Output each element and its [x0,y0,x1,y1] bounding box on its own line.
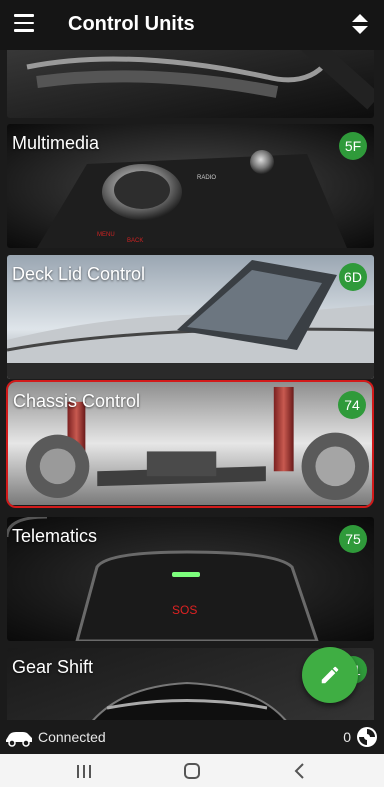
spinner-icon[interactable] [355,725,379,749]
unit-card-multimedia[interactable]: MENU BACK RADIO Multimedia 5F [7,124,374,248]
unit-label: Gear Shift [12,657,94,677]
sort-icon[interactable] [350,12,370,36]
back-icon[interactable] [288,760,312,782]
unit-code-badge: 6D [339,263,367,291]
svg-text:MENU: MENU [97,232,115,238]
hamburger-menu-icon[interactable] [14,14,36,32]
unit-card-chassis-control[interactable]: Chassis Control 74 [6,380,374,508]
svg-text:SOS: SOS [172,603,197,617]
recent-apps-icon[interactable] [72,760,96,782]
app-bar: Control Units [0,0,384,50]
svg-text:RADIO: RADIO [197,175,216,181]
unit-label: Multimedia [12,133,100,153]
unit-card-deck-lid-control[interactable]: Deck Lid Control 6D [7,255,374,379]
home-icon[interactable] [180,760,204,782]
unit-code-badge: 5F [339,132,367,160]
connection-status-text: Connected [38,729,106,745]
control-unit-list[interactable]: MENU BACK RADIO Multimedia 5F Deck Lid C… [0,50,384,720]
door-handle-image [7,50,374,118]
car-icon [6,732,32,747]
connection-status-bar: Connected 0 [0,720,384,754]
unit-card-telematics[interactable]: SOS Telematics 75 [7,517,374,641]
svg-text:BACK: BACK [127,238,143,244]
pencil-icon [321,666,339,684]
unit-label: Telematics [12,526,98,546]
unit-code-badge: 74 [338,391,366,419]
unit-label: Deck Lid Control [12,264,146,284]
unit-card-partial[interactable] [7,50,374,118]
edit-fab-button[interactable] [302,647,358,703]
page-title: Control Units [68,13,195,35]
status-count: 0 [343,729,351,745]
unit-code-badge: 75 [339,525,367,553]
unit-label: Chassis Control [13,391,141,411]
system-nav-bar [0,754,384,787]
